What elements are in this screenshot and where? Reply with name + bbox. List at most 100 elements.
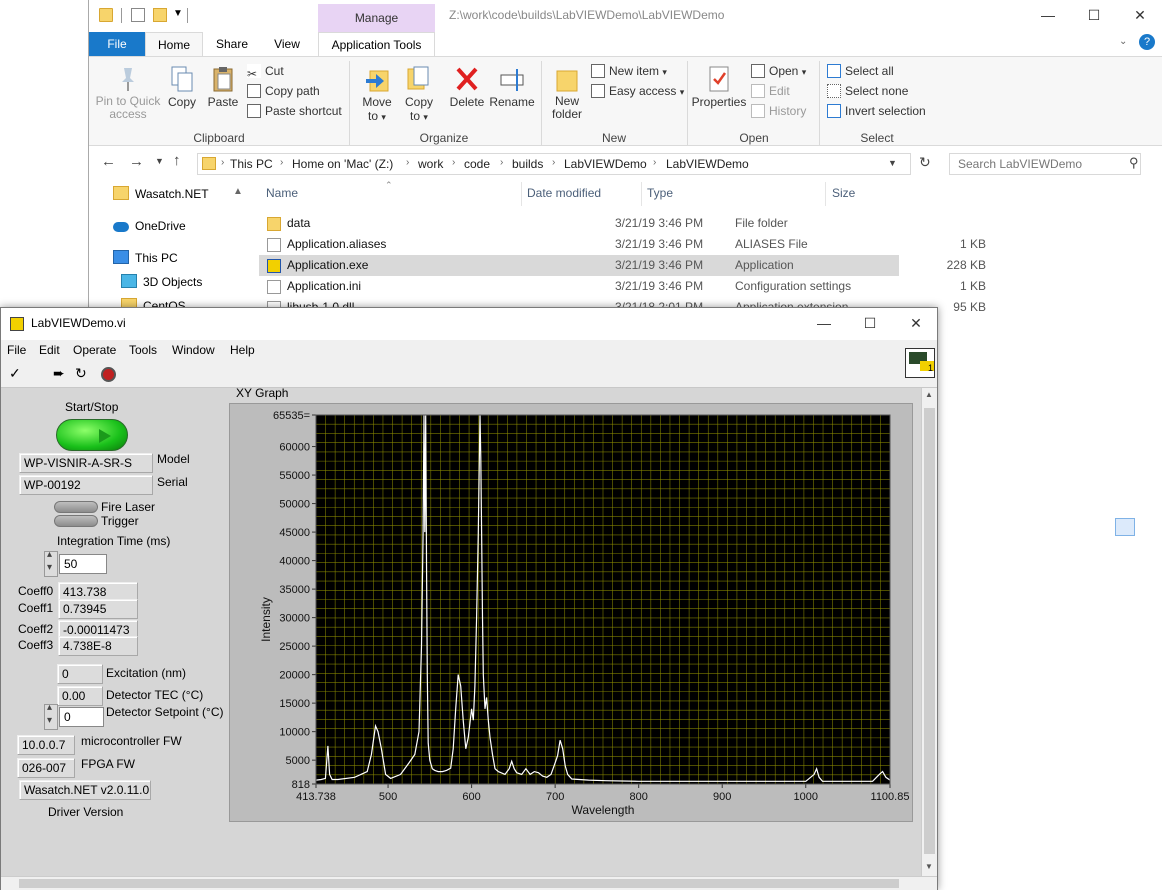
nav-item-wasatch[interactable]: Wasatch.NET (113, 182, 209, 206)
tab-manage[interactable]: Manage (318, 4, 435, 32)
tab-home[interactable]: Home (145, 32, 203, 56)
scrollbar-thumb[interactable] (19, 879, 899, 888)
cube-icon (121, 274, 137, 288)
scroll-up-icon[interactable]: ▲ (925, 390, 933, 399)
menu-file[interactable]: File (7, 343, 26, 357)
copy-button[interactable]: Copy (167, 65, 197, 109)
open-button[interactable]: Open ▾ (751, 61, 806, 81)
maximize-icon[interactable]: ☐ (847, 308, 893, 338)
run-continuously-icon[interactable]: ↻ (75, 365, 87, 382)
breadcrumb-this-pc[interactable]: This PC (230, 157, 273, 171)
properties-button[interactable]: Properties (691, 65, 747, 109)
paste-shortcut-button[interactable]: Paste shortcut (247, 101, 342, 121)
search-input[interactable]: Search LabVIEWDemo (949, 153, 1141, 175)
nav-item-this-pc[interactable]: This PC (113, 246, 178, 270)
nav-item-3d-objects[interactable]: 3D Objects (121, 270, 202, 294)
large-icons-view-icon[interactable] (1139, 518, 1157, 536)
tab-file[interactable]: File (89, 32, 145, 56)
new-folder-button[interactable]: New folder (547, 65, 587, 121)
select-none-button[interactable]: Select none (827, 81, 926, 101)
fire-laser-toggle[interactable] (54, 501, 98, 513)
chevron-down-icon[interactable]: ▼ (888, 158, 897, 168)
rename-button[interactable]: Rename (489, 65, 535, 109)
folder-icon[interactable] (99, 8, 113, 22)
breadcrumb-code[interactable]: code (464, 157, 490, 171)
column-size[interactable]: Size (832, 186, 855, 200)
horizontal-scrollbar[interactable] (1, 876, 937, 890)
menu-tools[interactable]: Tools (129, 343, 157, 357)
properties-icon[interactable] (131, 8, 145, 22)
breadcrumb-home-on-mac[interactable]: Home on 'Mac' (Z:) (292, 157, 393, 171)
cut-button[interactable]: ✂ Cut (247, 61, 342, 81)
delete-button[interactable]: Delete (447, 65, 487, 109)
copy-path-button[interactable]: Copy path (247, 81, 342, 101)
menu-edit[interactable]: Edit (39, 343, 60, 357)
tab-application-tools[interactable]: Application Tools (318, 32, 435, 56)
tab-view[interactable]: View (261, 32, 313, 56)
select-all-button[interactable]: Select all (827, 61, 926, 81)
help-icon[interactable]: ? (1139, 34, 1155, 50)
chevron-down-icon[interactable]: ▼ (155, 156, 164, 166)
chevron-down-icon[interactable]: ⌄ (1119, 36, 1127, 47)
menu-window[interactable]: Window (172, 343, 215, 357)
minimize-icon[interactable]: — (1025, 0, 1071, 30)
copy-to-button[interactable]: Copy to ▾ (401, 65, 437, 123)
column-date-modified[interactable]: Date modified (527, 186, 601, 200)
trigger-toggle[interactable] (54, 515, 98, 527)
breadcrumb-work[interactable]: work (418, 157, 443, 171)
tab-share[interactable]: Share (205, 32, 259, 56)
menu-operate[interactable]: Operate (73, 343, 116, 357)
paste-button[interactable]: Paste (207, 65, 239, 109)
pin-to-quick-access-button[interactable]: Pin to Quick access (95, 65, 161, 121)
delete-icon (456, 67, 478, 91)
new-item-button[interactable]: New item ▾ (591, 61, 684, 81)
scrollbar-thumb[interactable] (924, 408, 935, 854)
chevron-down-icon[interactable]: ▼ (173, 8, 183, 19)
move-to-button[interactable]: Move to ▾ (359, 65, 395, 123)
integration-time-input[interactable]: 50 (59, 554, 107, 574)
invert-selection-button[interactable]: Invert selection (827, 101, 926, 121)
new-folder-icon[interactable] (153, 8, 167, 22)
fpga-fw-label: FPGA FW (81, 757, 135, 771)
run-arrow-icon[interactable]: ➨ (53, 365, 65, 382)
breadcrumb-labviewdemo-current[interactable]: LabVIEWDemo (666, 157, 749, 171)
integration-time-stepper[interactable] (44, 549, 58, 577)
column-type[interactable]: Type (647, 186, 673, 200)
x-tick-label: 900 (713, 791, 731, 803)
close-icon[interactable]: ✕ (1117, 0, 1162, 30)
file-row[interactable]: Application.ini 3/21/19 3:46 PM Configur… (259, 276, 986, 297)
abort-icon[interactable] (101, 367, 116, 382)
scroll-up-icon[interactable]: ▲ (233, 186, 243, 197)
toolbar: ✓ ➨ ↻ 1 (1, 348, 937, 388)
nav-item-onedrive[interactable]: OneDrive (113, 214, 186, 238)
detector-setpoint-stepper[interactable] (44, 702, 58, 730)
address-bar-row: ← → ▼ ↑ › This PC › Home on 'Mac' (Z:) ›… (89, 148, 1162, 180)
easy-access-button[interactable]: Easy access ▾ (591, 81, 684, 101)
forward-arrow-icon[interactable]: → (129, 153, 144, 170)
close-icon[interactable]: ✕ (893, 308, 939, 338)
column-name[interactable]: Name (266, 186, 298, 200)
cloud-icon (113, 222, 129, 232)
breadcrumb-labviewdemo[interactable]: LabVIEWDemo (564, 157, 647, 171)
menu-help[interactable]: Help (230, 343, 255, 357)
scroll-down-icon[interactable]: ▼ (925, 862, 933, 871)
checkmark-icon[interactable]: ✓ (9, 365, 21, 382)
start-stop-label: Start/Stop (65, 400, 119, 414)
history-button[interactable]: History (751, 101, 806, 121)
minimize-icon[interactable]: — (801, 308, 847, 338)
edit-button[interactable]: Edit (751, 81, 806, 101)
file-row[interactable]: data 3/21/19 3:46 PM File folder (259, 213, 899, 234)
up-arrow-icon[interactable]: ↑ (173, 152, 181, 169)
back-arrow-icon[interactable]: ← (101, 153, 116, 170)
breadcrumb-builds[interactable]: builds (512, 157, 543, 171)
file-row[interactable]: Application.aliases 3/21/19 3:46 PM ALIA… (259, 234, 986, 255)
file-row-selected[interactable]: Application.exe 3/21/19 3:46 PM Applicat… (259, 255, 986, 276)
details-view-icon[interactable] (1115, 518, 1135, 536)
chevron-right-icon: › (221, 157, 225, 168)
refresh-icon[interactable]: ↻ (919, 154, 931, 171)
vertical-scrollbar[interactable]: ▲ ▼ (921, 388, 937, 876)
maximize-icon[interactable]: ☐ (1071, 0, 1117, 30)
start-stop-button[interactable] (56, 419, 128, 451)
address-input[interactable]: › This PC › Home on 'Mac' (Z:) › work › … (197, 153, 911, 175)
detector-setpoint-input[interactable]: 0 (59, 707, 104, 727)
